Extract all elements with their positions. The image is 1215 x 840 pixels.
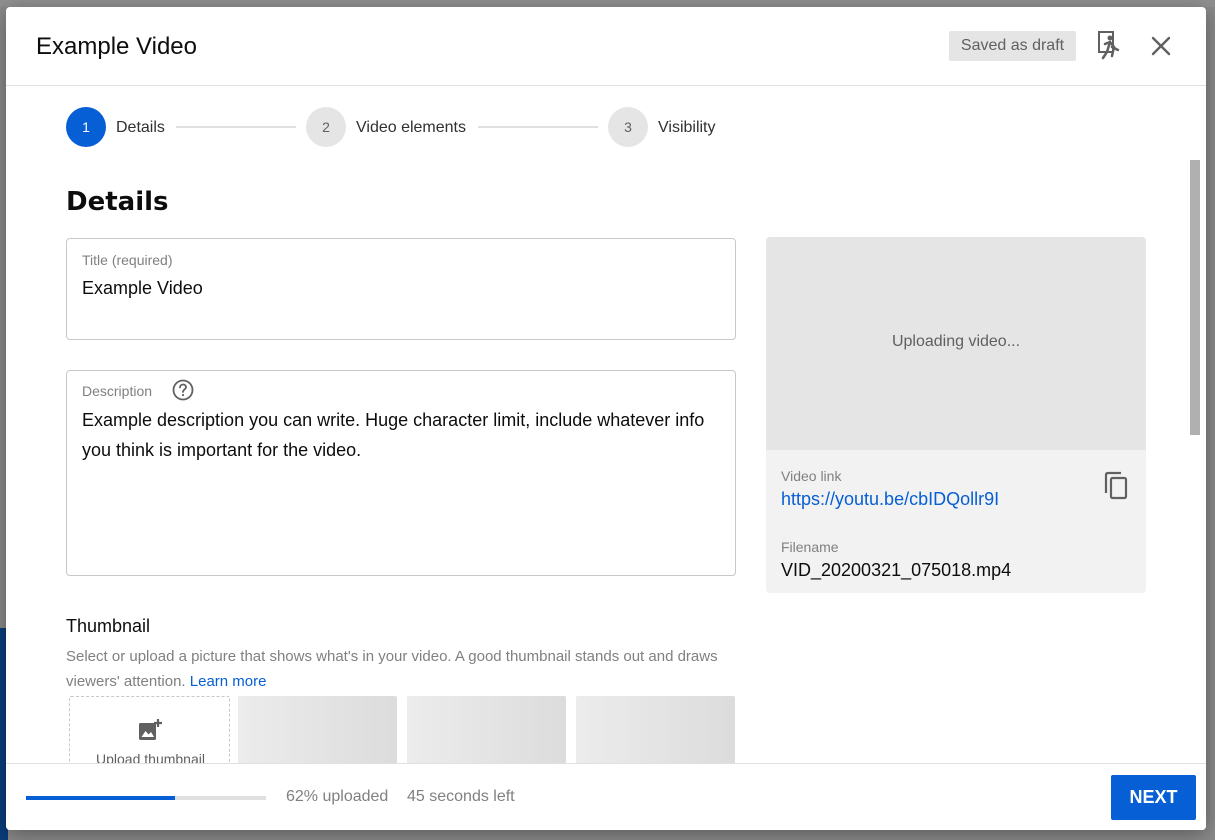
thumbnail-option[interactable] [407, 696, 566, 763]
step-connector [478, 126, 598, 128]
dialog-footer: 62% uploaded 45 seconds left NEXT [6, 763, 1206, 830]
thumbnail-description: Select or upload a picture that shows wh… [66, 644, 746, 694]
title-field[interactable]: Title (required) Example Video [66, 238, 736, 340]
thumbnail-heading: Thumbnail [66, 616, 151, 636]
upload-thumbnail-button[interactable]: Upload thumbnail [69, 696, 230, 763]
video-link[interactable]: https://youtu.be/cbIDQollr9I [781, 489, 999, 510]
filename-value: VID_20200321_075018.mp4 [781, 560, 1012, 580]
upload-progress-text: 62% uploaded [286, 788, 389, 805]
upload-progress-bar [26, 796, 266, 800]
step-3-label[interactable]: Visibility [658, 119, 716, 137]
step-2-circle[interactable]: 2 [306, 107, 346, 147]
thumbnail-description-text: Select or upload a picture that shows wh… [66, 648, 718, 690]
close-icon[interactable] [1150, 35, 1172, 57]
draft-status-badge: Saved as draft [949, 31, 1076, 61]
step-1-label[interactable]: Details [116, 119, 165, 137]
thumbnail-option[interactable] [576, 696, 735, 763]
add-photo-icon [139, 719, 162, 740]
help-circle-icon[interactable] [172, 379, 194, 401]
dialog-header: Example Video Saved as draft [6, 7, 1206, 86]
video-link-label: Video link [781, 468, 842, 484]
thumbnail-option[interactable] [238, 696, 397, 763]
video-preview: Uploading video... [766, 237, 1146, 450]
step-1-circle[interactable]: 1 [66, 107, 106, 147]
description-field[interactable]: Description Example description you can … [66, 370, 736, 576]
dialog-title: Example Video [36, 33, 197, 60]
feedback-icon[interactable] [1096, 30, 1124, 64]
video-preview-card: Uploading video... Video link https://yo… [766, 237, 1146, 593]
upload-status-text: Uploading video... [891, 333, 1021, 350]
step-2-label[interactable]: Video elements [356, 119, 466, 137]
next-button[interactable]: NEXT [1111, 775, 1196, 820]
title-field-label: Title (required) [82, 252, 173, 268]
step-3-circle[interactable]: 3 [608, 107, 648, 147]
dialog-content: 1 Details 2 Video elements 3 Visibility … [6, 87, 1206, 763]
description-field-value[interactable]: Example description you can write. Huge … [82, 405, 715, 465]
step-connector [176, 126, 296, 128]
time-left-text: 45 seconds left [407, 788, 515, 805]
copy-icon[interactable] [1102, 471, 1130, 501]
upload-dialog: Example Video Saved as draft 1 Details 2… [6, 7, 1206, 830]
title-field-value[interactable]: Example Video [82, 273, 715, 303]
description-field-label: Description [82, 383, 153, 399]
filename-label: Filename [781, 539, 839, 555]
upload-thumbnail-label: Upload thumbnail [96, 751, 205, 763]
section-title: Details [66, 187, 169, 217]
upload-progress-fill [26, 796, 175, 800]
background-strip [0, 0, 1215, 7]
learn-more-link[interactable]: Learn more [190, 673, 267, 690]
scrollbar[interactable] [1190, 160, 1200, 435]
